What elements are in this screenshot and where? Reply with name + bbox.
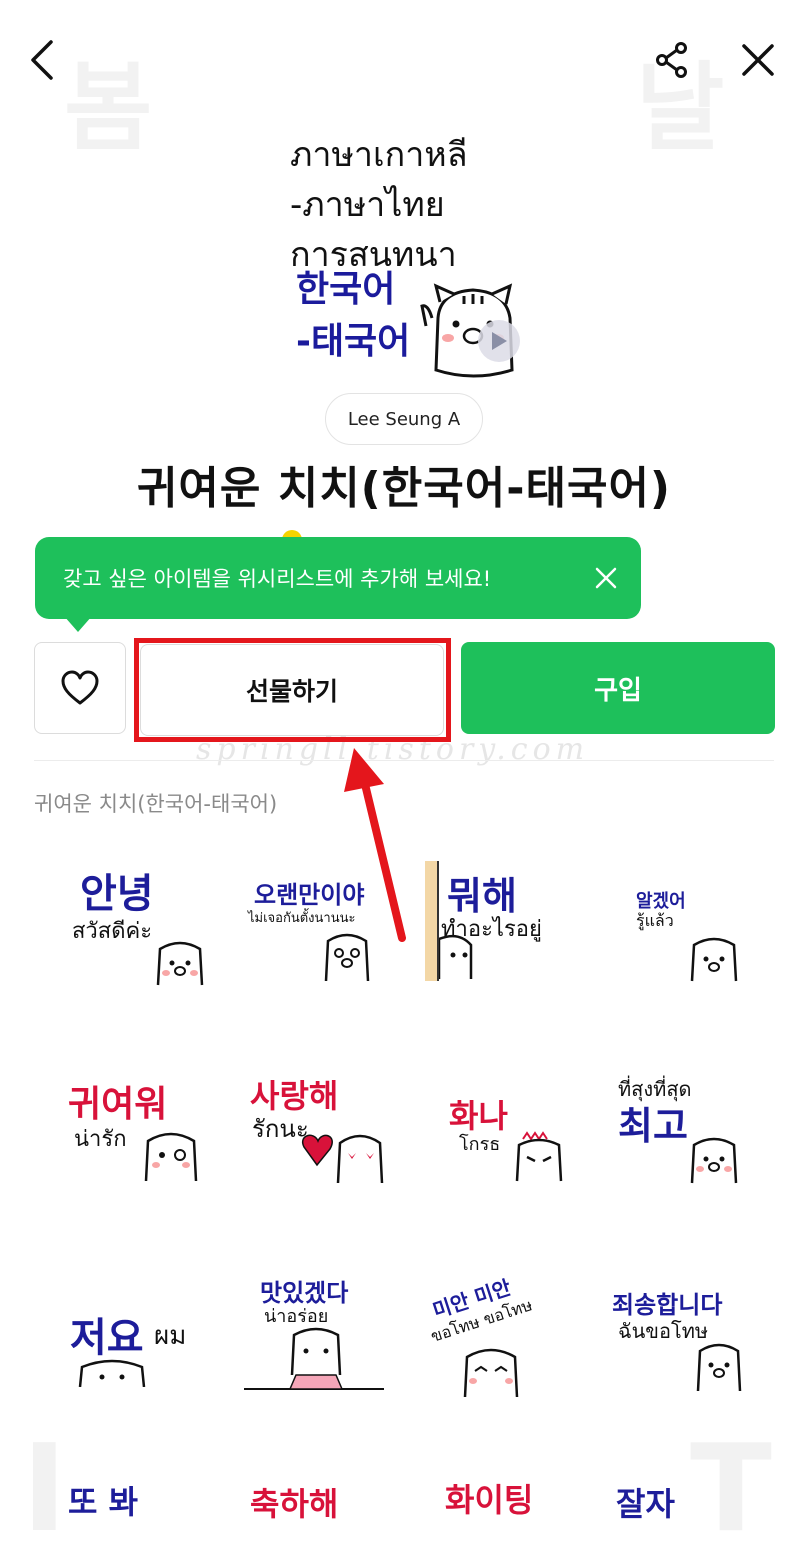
wishlist-tooltip: 갖고 싶은 아이템을 위시리스트에 추가해 보세요! [35, 537, 641, 619]
gift-button[interactable]: 선물하기 [140, 644, 444, 736]
chevron-left-icon [31, 40, 53, 80]
sticker-item[interactable]: 맛있겠다 น่าอร่อย [240, 1245, 410, 1425]
sticker-thai-text: ผม [154, 1321, 187, 1351]
tiger-character [301, 1134, 384, 1184]
sticker-korean-text: 최고 [618, 1104, 688, 1148]
sticker-thai-text: รู้แล้ว [636, 911, 674, 930]
tiger-character [515, 1131, 563, 1182]
sticker-korean-text: 안녕 [80, 871, 154, 917]
sticker-korean-text: 축하해 [250, 1485, 339, 1523]
sticker-thai-text: ไม่เจอกันตั้งนานนะ [248, 911, 356, 926]
tiger-character [690, 1137, 738, 1184]
play-icon [492, 332, 507, 350]
page-title: 귀여운 치치(한국어-태국어) [136, 463, 672, 514]
sticker-set-label: 귀여운 치치(한국어-태국어) [34, 792, 278, 816]
tiger-character [690, 937, 738, 982]
close-icon[interactable] [593, 565, 619, 591]
wishlist-button[interactable] [34, 642, 126, 734]
main-sticker-image[interactable]: ภาษาเกาหลี -ภาษาไทย การสนทนา 한국어 -태국어 [268, 118, 540, 388]
tiger-character [439, 934, 473, 979]
sticker-korean-text: 화이팅 [445, 1481, 534, 1519]
play-preview-button[interactable] [478, 320, 520, 362]
door-frame [425, 861, 439, 981]
sticker-thai-text: สวัสดีค่ะ [72, 919, 153, 944]
main-image-thai-text: ภาษาเกาหลี -ภาษาไทย การสนทนา [290, 130, 468, 280]
korean-line: 한국어 [296, 269, 396, 310]
sticker-item[interactable]: 화나 โกรธ [425, 1035, 595, 1215]
sticker-item[interactable]: 사랑해 รักนะ [240, 1035, 410, 1215]
korean-line: -태국어 [296, 321, 411, 362]
sticker-item[interactable]: 귀여워 น่ารัก [60, 1035, 230, 1215]
tiger-character [144, 1132, 198, 1182]
tiger-character [78, 1359, 146, 1387]
sticker-item[interactable]: 미안 미안 ขอโทษ ขอโทษ [425, 1245, 595, 1425]
close-icon [742, 44, 774, 76]
tiger-character [156, 941, 204, 986]
sticker-korean-text: 오랜만이야 [254, 881, 365, 909]
main-image-korean-text: 한국어 -태국어 [296, 264, 410, 368]
sticker-item[interactable]: 안녕 สวัสดีค่ะ [60, 835, 230, 1015]
tooltip-pointer [64, 616, 92, 632]
thai-line: ภาษาเกาหลี [290, 135, 468, 175]
divider [34, 760, 774, 761]
sticker-korean-text: 귀여워 [68, 1084, 168, 1125]
tiger-character [696, 1343, 742, 1392]
heart-icon [61, 670, 99, 705]
sticker-item[interactable]: 오랜만이야 ไม่เจอกันตั้งนานนะ [240, 835, 410, 1015]
sticker-item[interactable]: 축하해 [240, 1455, 410, 1535]
sticker-item[interactable]: ที่สุงที่สุด 최고 [610, 1035, 780, 1215]
share-icon [656, 42, 687, 78]
share-button[interactable] [646, 34, 698, 86]
sticker-korean-text: 잘자 [616, 1485, 675, 1523]
sticker-thai-text: น่ารัก [74, 1127, 127, 1152]
sticker-item[interactable]: 저요 ผม [60, 1245, 230, 1425]
tiger-character [244, 1327, 384, 1390]
tiger-character [324, 933, 370, 982]
sticker-item[interactable]: 잘자 [610, 1455, 780, 1535]
sticker-thai-text: โกรธ [459, 1134, 501, 1155]
author-button[interactable]: Lee Seung A [325, 393, 483, 445]
back-button[interactable] [16, 34, 68, 86]
sticker-item[interactable]: 화이팅 [425, 1455, 595, 1535]
buy-button[interactable]: 구입 [461, 642, 775, 734]
sticker-item[interactable]: 또 봐 [60, 1455, 230, 1535]
sticker-item[interactable]: 뭐해 ทำอะไรอยู่ [425, 835, 595, 1015]
tooltip-text: 갖고 싶은 아이템을 위시리스트에 추가해 보세요! [63, 567, 492, 591]
tiger-character [463, 1348, 519, 1398]
top-bar [0, 0, 808, 120]
thai-line: -ภาษาไทย [290, 185, 445, 225]
watermark-text: springll.tistory.com [196, 732, 590, 767]
sticker-item[interactable]: 죄송합니다 ฉันขอโทษ [610, 1245, 780, 1425]
sticker-item[interactable]: 알겠어 รู้แล้ว [610, 835, 780, 1015]
close-button[interactable] [732, 34, 784, 86]
sticker-korean-text: 또 봐 [68, 1483, 139, 1521]
